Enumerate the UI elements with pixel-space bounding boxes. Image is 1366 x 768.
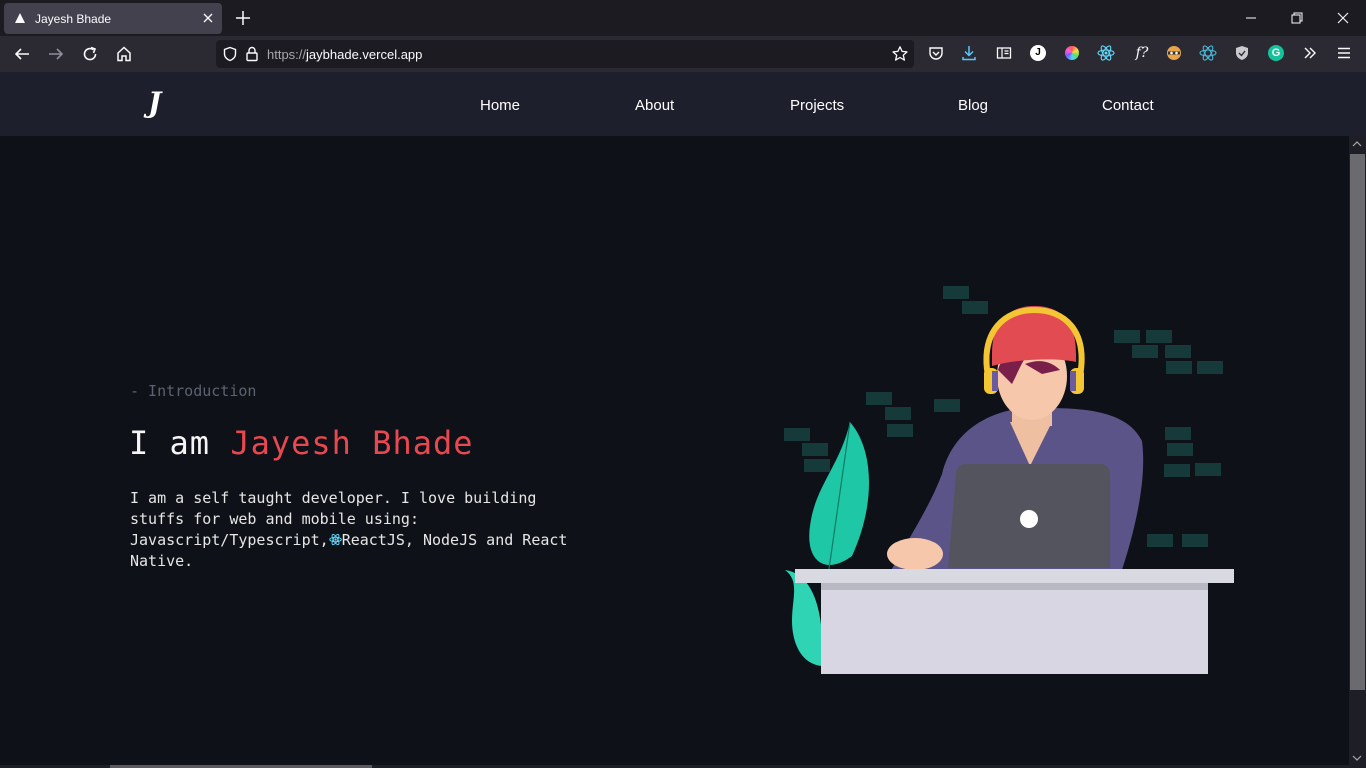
back-button[interactable] <box>10 42 34 66</box>
overflow-menu-icon[interactable] <box>1301 44 1319 62</box>
reader-view-icon[interactable] <box>995 44 1013 62</box>
bookmark-star-icon[interactable] <box>891 45 909 63</box>
nav-link-blog[interactable]: Blog <box>958 97 988 114</box>
back-arrow-icon <box>14 48 29 60</box>
vercel-favicon-icon <box>15 13 25 23</box>
browser-window: Jayesh Bhade https://jaybhade.vercel.app <box>0 0 1366 768</box>
developer-illustration <box>784 286 1234 674</box>
j-extension-icon[interactable]: J <box>1029 44 1047 62</box>
tab-title: Jayesh Bhade <box>35 12 112 26</box>
close-tab-icon[interactable] <box>201 11 215 25</box>
new-tab-icon[interactable] <box>234 9 252 27</box>
address-bar[interactable]: https://jaybhade.vercel.app <box>216 40 914 68</box>
restore-icon[interactable] <box>1274 0 1320 36</box>
desk-body <box>821 590 1208 674</box>
scroll-down-arrow-icon[interactable] <box>1351 753 1363 763</box>
shield-icon[interactable] <box>1233 44 1251 62</box>
vertical-scrollbar-thumb[interactable] <box>1350 154 1365 690</box>
site-logo[interactable]: J <box>148 86 161 119</box>
scroll-up-arrow-icon[interactable] <box>1351 139 1363 149</box>
grammarly-icon[interactable]: G <box>1267 44 1285 62</box>
react-devtools-icon[interactable] <box>1097 44 1115 62</box>
forward-button[interactable] <box>44 42 68 66</box>
privacy-badger-icon[interactable] <box>1165 44 1183 62</box>
headline-name: Jayesh Bhade <box>230 424 474 462</box>
tracking-protection-shield-icon[interactable] <box>222 46 238 62</box>
intro-label: - Introduction <box>130 382 257 400</box>
home-button[interactable] <box>112 42 136 66</box>
font-finder-icon[interactable]: f? <box>1131 44 1153 62</box>
reload-button[interactable] <box>78 42 102 66</box>
forward-arrow-icon <box>49 48 64 60</box>
nav-link-projects[interactable]: Projects <box>790 97 844 114</box>
url-text[interactable]: https://jaybhade.vercel.app <box>267 47 422 62</box>
lock-icon[interactable] <box>245 46 259 62</box>
browser-tab[interactable]: Jayesh Bhade <box>4 3 222 34</box>
nav-link-contact[interactable]: Contact <box>1102 97 1154 114</box>
hero-headline: I am Jayesh Bhade <box>129 424 474 462</box>
desk-top <box>795 569 1234 583</box>
tab-bar: Jayesh Bhade <box>0 0 1366 36</box>
redux-devtools-icon[interactable] <box>1199 44 1217 62</box>
hero-description: I am a self taught developer. I love bui… <box>130 488 590 572</box>
pocket-icon[interactable] <box>927 44 945 62</box>
home-icon <box>117 46 131 62</box>
nav-link-home[interactable]: Home <box>480 97 520 114</box>
headline-prefix: I am <box>129 424 231 462</box>
close-window-icon[interactable] <box>1320 0 1366 36</box>
navigation-toolbar: https://jaybhade.vercel.app J f? G <box>0 36 1366 72</box>
react-icon <box>328 533 342 546</box>
minimize-icon[interactable] <box>1228 0 1274 36</box>
site-header: J Home About Projects Blog Contact <box>0 72 1366 136</box>
color-wheel-icon[interactable] <box>1063 44 1081 62</box>
reload-icon <box>83 46 97 61</box>
hamburger-menu-icon[interactable] <box>1335 44 1353 62</box>
download-icon[interactable] <box>960 44 978 62</box>
hero-section: - Introduction I am Jayesh Bhade I am a … <box>0 136 1349 768</box>
nav-link-about[interactable]: About <box>635 97 674 114</box>
